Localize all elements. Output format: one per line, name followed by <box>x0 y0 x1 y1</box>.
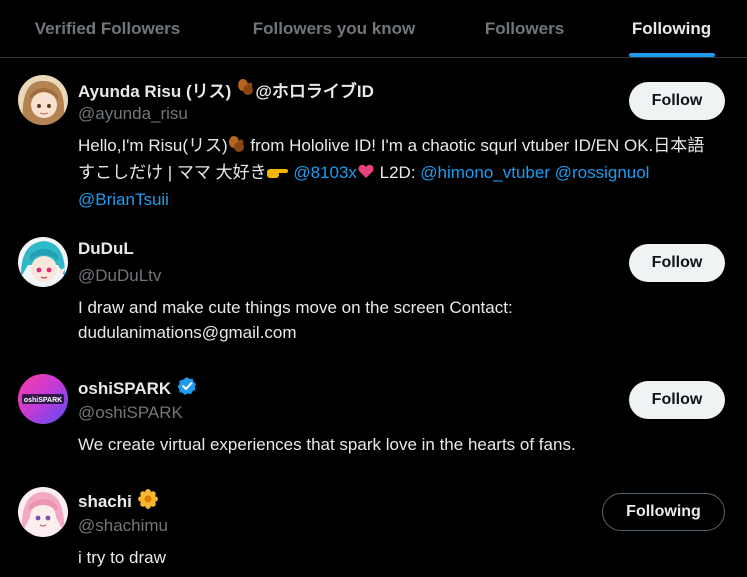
follow-button[interactable]: Follow <box>629 244 725 282</box>
tab-followers-you-know[interactable]: Followers you know <box>215 0 453 57</box>
user-bio: I draw and make cute things move on the … <box>78 298 513 342</box>
follow-button[interactable]: Follow <box>629 381 725 419</box>
user-name[interactable]: DuDuL <box>78 239 134 259</box>
tab-label: Followers <box>484 18 565 38</box>
user-handle[interactable]: @shachimu <box>78 516 168 536</box>
avatar-image: oshiSPARK <box>18 374 68 424</box>
avatar[interactable] <box>18 487 68 537</box>
tab-followers[interactable]: Followers <box>453 0 596 57</box>
squirrel-emoji-icon <box>228 135 246 160</box>
user-name[interactable]: shachi <box>78 489 158 514</box>
display-name: DuDuL <box>78 239 134 258</box>
avatar[interactable]: oshiSPARK <box>18 374 68 424</box>
tab-label: Verified Followers <box>34 18 181 38</box>
user-cell-shachi[interactable]: shachi @shachimu i try to draw Following <box>0 470 747 577</box>
mention-link[interactable]: @rossignuol <box>555 163 650 182</box>
user-bio: We create virtual experiences that spark… <box>78 435 576 454</box>
following-button[interactable]: Following <box>602 493 725 531</box>
tab-label: Followers you know <box>252 18 416 38</box>
avatar-image <box>18 75 68 125</box>
display-name: shachi <box>78 491 132 511</box>
user-handle[interactable]: @oshiSPARK <box>78 403 183 423</box>
user-bio: Hello,I'm Risu(リス) from Hololive ID! I'm… <box>78 133 708 212</box>
user-handle[interactable]: @DuDuLtv <box>78 266 161 286</box>
follow-button[interactable]: Follow <box>629 82 725 120</box>
display-name: oshiSPARK <box>78 378 172 398</box>
user-handle[interactable]: @ayunda_risu <box>78 104 188 124</box>
bio-text: L2D: <box>374 163 421 182</box>
mention-link[interactable]: @BrianTsuii <box>78 190 169 209</box>
avatar[interactable] <box>18 75 68 125</box>
squirrel-emoji-icon <box>237 78 255 101</box>
user-cell-dudul[interactable]: DuDuL @DuDuLtv I draw and make cute thin… <box>0 220 747 355</box>
user-name[interactable]: oshiSPARK <box>78 376 197 401</box>
tab-verified-followers[interactable]: Verified Followers <box>0 0 215 57</box>
user-name[interactable]: Ayunda Risu (リス) @ホロライブID <box>78 77 374 102</box>
user-bio: i try to draw <box>78 548 166 567</box>
display-name-suffix: @ホロライブID <box>255 82 374 101</box>
avatar-image <box>18 487 68 537</box>
follow-tabs: Verified Followers Followers you know Fo… <box>0 0 747 58</box>
tab-label: Following <box>631 18 712 38</box>
mention-link[interactable]: @8103x <box>293 163 357 182</box>
mention-link[interactable]: @himono_vtuber <box>420 163 550 182</box>
avatar-logo-text: oshiSPARK <box>24 397 62 404</box>
avatar-image <box>18 237 68 287</box>
verified-badge-icon <box>177 376 197 401</box>
bio-text: Hello,I'm Risu(リス) <box>78 136 228 155</box>
tab-following[interactable]: Following <box>596 0 747 57</box>
hearts-emoji-icon <box>357 162 375 187</box>
active-tab-indicator <box>628 53 715 57</box>
pointing-hand-emoji-icon <box>266 162 289 187</box>
display-name: Ayunda Risu (リス) <box>78 82 232 101</box>
user-cell-oshispark[interactable]: oshiSPARK oshiSPARK @oshiSPARK We create… <box>0 357 747 469</box>
blossom-emoji-icon <box>137 489 158 514</box>
user-cell-ayunda-risu[interactable]: Ayunda Risu (リス) @ホロライブID @ayunda_risu He… <box>0 58 747 218</box>
avatar[interactable] <box>18 237 68 287</box>
